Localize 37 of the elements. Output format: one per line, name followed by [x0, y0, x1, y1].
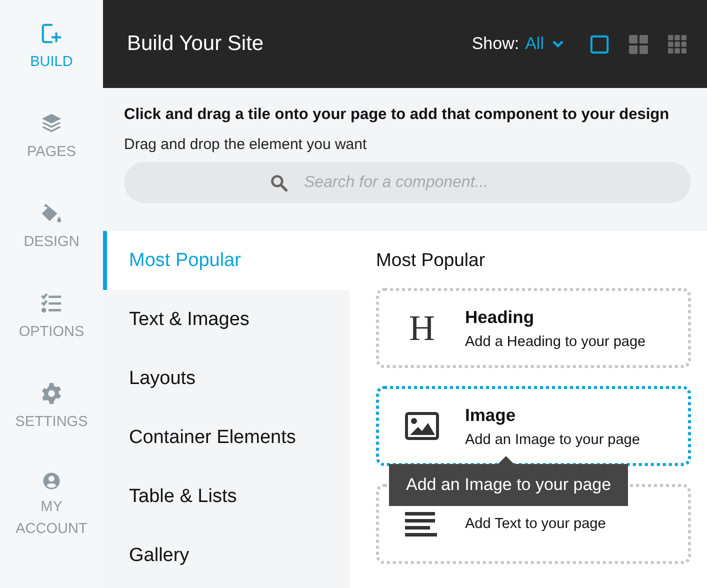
tile-title: Image: [465, 404, 517, 426]
single-view-button[interactable]: [590, 34, 609, 54]
chevron-down-icon: [552, 40, 564, 48]
show-label: Show:: [472, 34, 520, 54]
search-icon: [270, 174, 288, 192]
dense-grid-view-button[interactable]: [668, 34, 687, 54]
text-lines-icon: [405, 510, 439, 538]
settings-icon: [40, 382, 63, 405]
nav-label: PAGES: [26, 143, 77, 162]
category-item[interactable]: Text & Images: [103, 290, 350, 349]
category-item[interactable]: Layouts: [103, 349, 350, 408]
tile-description: Add an Image to your page: [465, 432, 640, 448]
search-field[interactable]: Search for a component...: [124, 162, 691, 203]
nav-label: DESIGN: [22, 233, 80, 252]
tile-title: Heading: [465, 306, 536, 328]
section-title: Most Popular: [376, 249, 486, 271]
nav-label: MY ACCOUNT: [14, 498, 88, 539]
instruction-text: Click and drag a tile onto your page to add that component to your design: [124, 106, 670, 124]
image-icon: [405, 412, 439, 440]
instruction-subtext: Drag and drop the element you want: [124, 136, 368, 153]
panel-title: Build Your Site: [127, 32, 265, 56]
heading-glyph: H: [409, 307, 435, 349]
grid-view-button[interactable]: [629, 34, 648, 54]
show-dropdown[interactable]: All: [525, 34, 564, 54]
nav-label: SETTINGS: [14, 413, 89, 432]
paint-bucket-icon: [40, 202, 63, 225]
nav-label: OPTIONS: [18, 323, 86, 342]
component-tile[interactable]: H Heading Add a Heading to your page: [376, 288, 691, 368]
category-item[interactable]: Gallery: [103, 526, 350, 585]
nav-label: BUILD: [29, 53, 74, 72]
category-item[interactable]: Table & Lists: [103, 467, 350, 526]
tile-description: Add Text to your page: [465, 516, 606, 532]
tile-description: Add a Heading to your page: [465, 334, 646, 350]
category-item[interactable]: Container Elements: [103, 408, 350, 467]
layers-icon: [40, 112, 63, 135]
tooltip: Add an Image to your page: [389, 456, 628, 506]
checklist-icon: [40, 292, 63, 315]
